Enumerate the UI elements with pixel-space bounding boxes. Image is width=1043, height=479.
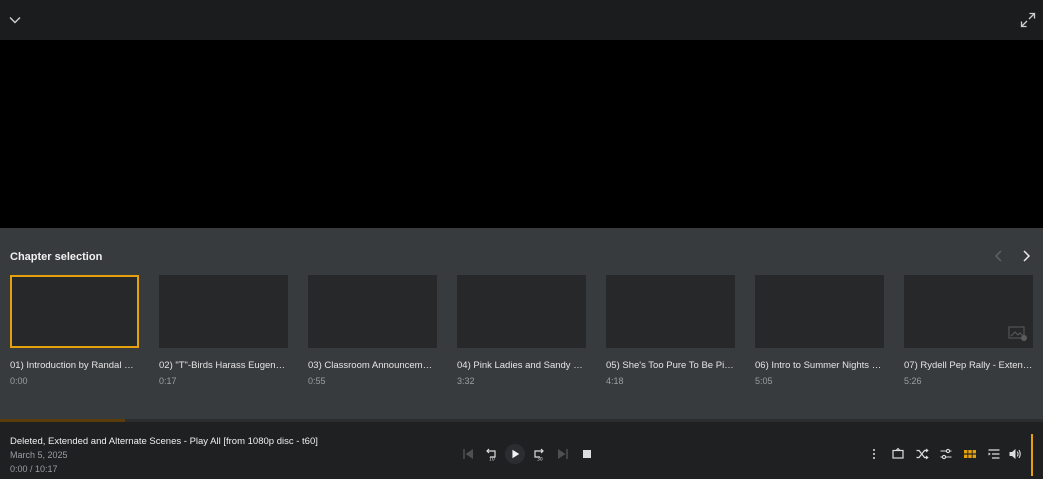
- chapters-heading: Chapter selection: [10, 251, 103, 263]
- shuffle-icon[interactable]: [914, 446, 930, 462]
- chapter-item-1[interactable]: 01) Introduction by Randal Klei... 0:00: [10, 275, 139, 386]
- play-icon: [512, 449, 520, 459]
- chapter-time: 4:18: [606, 376, 624, 386]
- chapter-title: 01) Introduction by Randal Klei...: [10, 360, 139, 371]
- chevron-left-icon[interactable]: [992, 249, 1006, 263]
- chevron-down-icon[interactable]: [6, 11, 24, 29]
- volume-icon[interactable]: [1007, 446, 1023, 462]
- chapter-time: 5:05: [755, 376, 773, 386]
- grid-icon[interactable]: [962, 446, 978, 462]
- chapter-thumbnail[interactable]: [10, 275, 139, 348]
- chapter-item-4[interactable]: 04) Pink Ladies and Sandy at L... 3:32: [457, 275, 586, 386]
- chapter-item-6[interactable]: 06) Intro to Summer Nights - ... 5:05: [755, 275, 884, 386]
- chapter-title: 03) Classroom Announcements...: [308, 360, 437, 371]
- volume-slider[interactable]: [1031, 434, 1033, 476]
- chapter-title: 05) She's Too Pure To Be Pink -...: [606, 360, 735, 371]
- chapter-title: 02) "T"-Birds Harass Eugene - ...: [159, 360, 288, 371]
- chapter-item-7[interactable]: 07) Rydell Pep Rally - Extended 5:26: [904, 275, 1033, 386]
- more-vertical-icon[interactable]: [866, 446, 882, 462]
- svg-text:10: 10: [489, 457, 495, 461]
- chapter-time: 0:00: [10, 376, 28, 386]
- skip-next-icon[interactable]: [555, 446, 571, 462]
- skip-previous-icon[interactable]: [460, 446, 476, 462]
- now-playing-time: 0:00 / 10:17: [10, 464, 58, 474]
- forward-30-icon[interactable]: 30: [531, 446, 547, 462]
- svg-text:30: 30: [537, 457, 543, 461]
- stop-icon[interactable]: [579, 446, 595, 462]
- chapter-thumbnail[interactable]: [457, 275, 586, 348]
- chapter-item-2[interactable]: 02) "T"-Birds Harass Eugene - ... 0:17: [159, 275, 288, 386]
- image-placeholder-icon: [1008, 326, 1028, 342]
- chapter-thumbnail[interactable]: [159, 275, 288, 348]
- sliders-icon[interactable]: [938, 446, 954, 462]
- chapter-item-5[interactable]: 05) She's Too Pure To Be Pink -... 4:18: [606, 275, 735, 386]
- chapter-thumbnail[interactable]: [606, 275, 735, 348]
- cast-icon[interactable]: [890, 446, 906, 462]
- chapter-item-3[interactable]: 03) Classroom Announcements... 0:55: [308, 275, 437, 386]
- top-bar: [0, 0, 1043, 40]
- chapter-time: 3:32: [457, 376, 475, 386]
- video-surface[interactable]: [0, 40, 1043, 228]
- chapter-time: 5:26: [904, 376, 922, 386]
- now-playing-date: March 5, 2025: [10, 450, 68, 460]
- chapter-thumbnail[interactable]: [904, 275, 1033, 348]
- chapter-time: 0:17: [159, 376, 177, 386]
- chapter-title: 07) Rydell Pep Rally - Extended: [904, 360, 1033, 371]
- expand-icon[interactable]: [1019, 11, 1037, 29]
- replay-10-icon[interactable]: 10: [483, 446, 499, 462]
- chapter-thumbnail[interactable]: [755, 275, 884, 348]
- chapter-time: 0:55: [308, 376, 326, 386]
- chapter-thumbnail[interactable]: [308, 275, 437, 348]
- now-playing-title[interactable]: Deleted, Extended and Alternate Scenes -…: [10, 436, 318, 447]
- chevron-right-icon[interactable]: [1019, 249, 1033, 263]
- chapter-title: 04) Pink Ladies and Sandy at L...: [457, 360, 586, 371]
- chapter-title: 06) Intro to Summer Nights - ...: [755, 360, 884, 371]
- control-bar: Deleted, Extended and Alternate Scenes -…: [0, 422, 1043, 479]
- chapter-selection-panel: Chapter selection 01) Introduction by Ra…: [0, 228, 1043, 419]
- play-button[interactable]: [505, 444, 525, 464]
- queue-icon[interactable]: [986, 446, 1002, 462]
